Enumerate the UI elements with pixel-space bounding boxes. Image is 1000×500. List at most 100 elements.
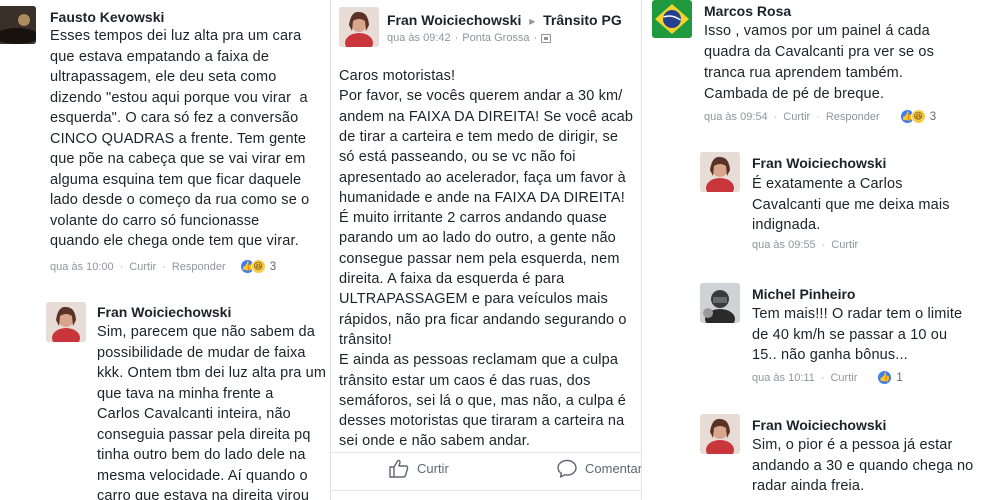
comment-line: Carlos Cavalcanti inteira, não <box>97 406 291 422</box>
timestamp[interactable]: qua às 09:42 <box>387 32 451 44</box>
post-header: Fran Woiciechowski ▸ Trânsito PG <box>387 12 622 28</box>
comment-author[interactable]: Fausto Kevowski <box>50 9 164 25</box>
comment-line: kkk. Ontem tbm dei luz alta pra um <box>97 365 327 381</box>
comment-column-left: Fausto Kevowski Esses tempos dei luz alt… <box>0 0 328 500</box>
post-line: É muito irritante 2 carros andando quase <box>339 210 607 227</box>
like-reaction-icon: 👍 <box>877 370 893 385</box>
like-link[interactable]: Curtir <box>831 239 858 251</box>
comment-bubble-icon <box>557 459 577 478</box>
comment-line: indignada. <box>752 217 821 233</box>
profile-photo-icon <box>652 0 692 38</box>
profile-photo-icon <box>339 7 379 47</box>
post-line: semáforos, sei lá o que, mas não, a culp… <box>339 392 626 409</box>
avatar[interactable] <box>700 152 740 192</box>
avatar[interactable] <box>700 283 740 323</box>
avatar[interactable] <box>0 6 36 44</box>
like-link[interactable]: Curtir <box>783 111 810 123</box>
haha-reaction-icon: 😆 <box>910 109 926 124</box>
profile-photo-icon <box>700 414 740 454</box>
arrow-right-icon: ▸ <box>529 14 536 28</box>
like-button[interactable]: Curtir <box>389 459 449 478</box>
comment-author[interactable]: Michel Pinheiro <box>752 286 855 302</box>
reply-link[interactable]: Responder <box>826 111 880 123</box>
comment-line: CINCO QUADRAS a frente. Tem gente <box>50 130 307 147</box>
comment-column-right: Marcos Rosa Isso , vamos por um painel á… <box>643 0 1000 500</box>
timestamp[interactable]: qua às 09:55 <box>752 239 816 251</box>
post-author[interactable]: Fran Woiciechowski <box>387 12 521 28</box>
post-line: apresentado ao acelerador, faça um favor… <box>339 169 626 186</box>
reaction-summary[interactable]: 👍 😆 3 <box>239 259 277 274</box>
haha-reaction-icon: 😆 <box>250 259 266 274</box>
post-line: E ainda as pessoas reclamam que a culpa <box>339 352 619 369</box>
comment-meta: qua às 10:00 · Curtir · Responder 👍 😆 3 <box>50 259 277 274</box>
like-link[interactable]: Curtir <box>129 261 156 273</box>
timestamp[interactable]: qua às 10:11 <box>752 372 815 384</box>
profile-photo-icon <box>700 283 740 323</box>
comment-author[interactable]: Fran Woiciechowski <box>752 155 886 171</box>
audience-icon[interactable] <box>541 33 552 43</box>
location[interactable]: Ponta Grossa <box>462 32 529 44</box>
post-line: andem na FAIXA DA DIREITA! Se você acab <box>339 108 634 125</box>
comment-line: tranca rua aprendem também. <box>704 65 904 81</box>
avatar[interactable] <box>700 414 740 454</box>
comment-line: Tem mais!!! O radar tem o limite <box>752 306 963 322</box>
comment-label: Comentar <box>585 461 642 476</box>
avatar[interactable] <box>46 302 86 342</box>
post-line: parando um ao lado do outro, a gente não <box>339 230 616 247</box>
comment-line: dizendo "estou aqui porque vou virar a <box>50 89 308 106</box>
reply-link[interactable]: Responder <box>172 261 226 273</box>
comment-button[interactable]: Comentar <box>557 459 642 478</box>
profile-photo-icon <box>0 6 36 44</box>
comment-line: de 40 km/h se passar a 10 ou <box>752 326 948 343</box>
comment-line: radar ainda freia. <box>752 478 865 494</box>
post-line: de tirar a carteira e tem medo de dirigi… <box>339 128 619 145</box>
comment-author[interactable]: Marcos Rosa <box>704 3 791 19</box>
comment-meta: qua às 09:54 · Curtir · Responder 👍 😆 3 <box>704 109 937 124</box>
comment-line: volante do carro só funcionasse <box>50 212 260 229</box>
comment-meta: qua às 10:11 · Curtir 👍 1 <box>752 370 903 385</box>
group-name[interactable]: Trânsito PG <box>543 12 622 28</box>
comment-line: Esses tempos dei luz alta pra um cara <box>50 28 302 44</box>
thumbs-up-icon <box>389 459 409 478</box>
comment-line: lado desde o começo da rua como se o <box>50 192 310 208</box>
comment-line: 15.. não ganha bônus... <box>752 347 908 363</box>
timestamp[interactable]: qua às 10:00 <box>50 261 114 273</box>
comment-line: Cambada de pé de breque. <box>704 86 885 102</box>
reaction-summary[interactable]: 👍 😆 3 <box>899 109 937 124</box>
post-line: rápidos, não pra ficar andando segurando… <box>339 311 627 328</box>
comment-author[interactable]: Fran Woiciechowski <box>97 304 231 320</box>
timestamp[interactable]: qua às 09:54 <box>704 111 768 123</box>
comment-line: Sim, parecem que não sabem da <box>97 324 315 340</box>
post-line: consegue passar nem pela esquerda, nem <box>339 250 620 267</box>
comment-author[interactable]: Fran Woiciechowski <box>752 417 886 433</box>
reaction-count: 3 <box>269 260 277 273</box>
comment-line: ultrapassagem, ele deu seta como <box>50 69 277 85</box>
comment-line: É exatamente a Carlos <box>752 176 903 192</box>
post-line: só está passeando, ou se vc não foi <box>339 149 576 166</box>
divider <box>331 452 641 453</box>
reaction-count: 3 <box>929 110 937 123</box>
comment-meta: qua às 09:55 · Curtir <box>752 239 859 251</box>
comment-line: que tava na minha frente a <box>97 385 274 402</box>
comment-line: conseguia passar pela direita pq <box>97 426 311 443</box>
post-line: trânsito! <box>339 331 392 348</box>
comment-line: Isso , vamos por um painel á cada <box>704 23 930 39</box>
comment-line: quadra da Cavalcanti pra ver se os <box>704 44 934 60</box>
reaction-summary[interactable]: 👍 1 <box>877 370 903 385</box>
post-meta: qua às 09:42 · Ponta Grossa · <box>387 32 552 44</box>
post-card: Fran Woiciechowski ▸ Trânsito PG qua às … <box>330 0 642 500</box>
post-line: desses motoristas que tiraram a carteira… <box>339 413 625 430</box>
comment-line: Cavalcanti que me deixa mais <box>752 196 950 213</box>
comment-line: alguma esquina tem que ficar daquele <box>50 171 302 188</box>
like-link[interactable]: Curtir <box>830 372 857 384</box>
comment-line: que estava empatando a faixa de <box>50 48 270 65</box>
post-line: sei onde e não sabem andar. <box>339 433 531 450</box>
comment-line: andando a 30 e quando chega no <box>752 457 974 474</box>
comment-line: quando ele chega onde tem que virar. <box>50 233 299 249</box>
comment-line: esquerda". O cara só fez a conversão <box>50 110 299 126</box>
comment-line: Sim, o pior é a pessoa já estar <box>752 437 953 453</box>
post-line: direita. A faixa da esquerda é para <box>339 271 565 287</box>
avatar[interactable] <box>339 7 379 47</box>
avatar[interactable] <box>652 0 692 38</box>
comment-line: carro que estava na direita virou <box>97 488 310 500</box>
